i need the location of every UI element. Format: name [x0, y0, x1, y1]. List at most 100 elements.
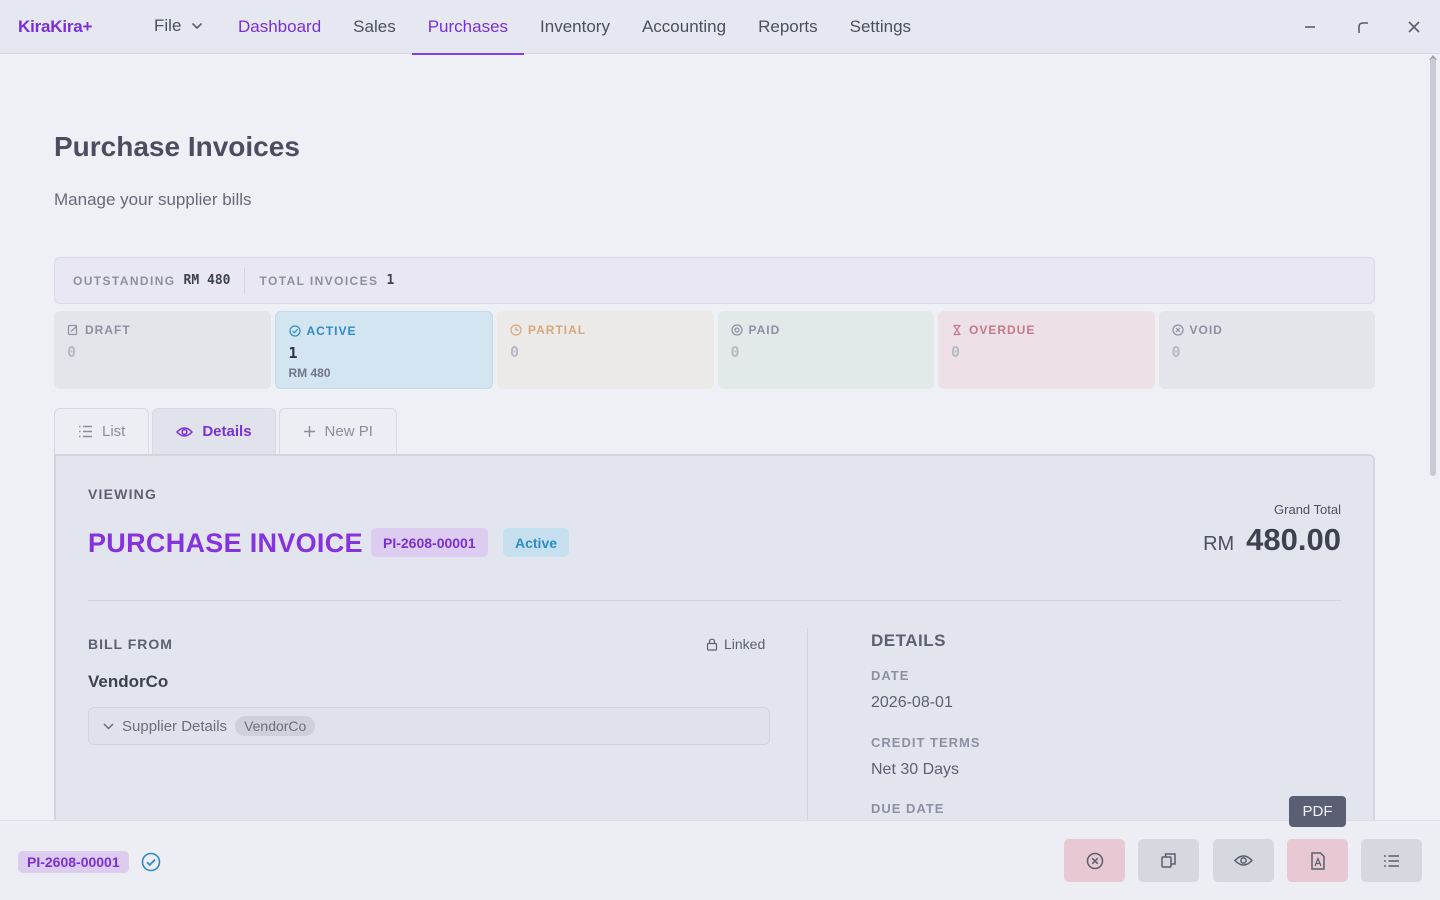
minimize-button[interactable]	[1300, 17, 1320, 37]
status-card-overdue[interactable]: OVERDUE 0	[938, 311, 1155, 389]
linked-indicator: Linked	[706, 636, 765, 652]
page-subtitle: Manage your supplier bills	[54, 190, 252, 209]
close-icon	[1408, 21, 1420, 33]
nav-dashboard[interactable]: Dashboard	[222, 0, 337, 54]
eye-icon	[1234, 855, 1253, 866]
nav-inventory[interactable]: Inventory	[524, 0, 626, 54]
pdf-button[interactable]	[1287, 839, 1348, 882]
status-card-label: ACTIVE	[306, 324, 357, 338]
supplier-details-toggle[interactable]: Supplier Details VendorCo	[88, 707, 770, 745]
current-doc-chip[interactable]: PI-2608-00001	[18, 851, 129, 873]
tab-new-pi-label: New PI	[324, 423, 373, 440]
grand-total: RM 480.00	[1203, 522, 1341, 558]
credit-terms-label: CREDIT TERMS	[871, 735, 981, 750]
restore-icon	[1358, 22, 1368, 33]
tab-list-label: List	[102, 423, 126, 440]
nav-settings[interactable]: Settings	[834, 0, 927, 54]
list-icon	[79, 425, 92, 438]
file-menu[interactable]: File	[154, 16, 203, 36]
duplicate-button[interactable]	[1138, 839, 1199, 882]
nav-purchases[interactable]: Purchases	[411, 0, 525, 55]
clock-half-icon	[510, 324, 522, 336]
tab-new-pi[interactable]: New PI	[278, 408, 397, 454]
vendor-name: VendorCo	[88, 672, 169, 691]
status-card-void[interactable]: VOID 0	[1158, 311, 1375, 389]
plus-icon	[303, 426, 315, 437]
copy-icon	[1161, 853, 1176, 868]
check-circle-icon	[288, 325, 301, 337]
status-card-label: OVERDUE	[969, 323, 1036, 337]
total-invoices-value: 1	[386, 273, 395, 288]
cancel-invoice-button[interactable]	[1064, 839, 1125, 882]
bill-from-label: BILL FROM	[88, 636, 173, 652]
outstanding-label: OUTSTANDING	[73, 273, 176, 288]
pdf-tooltip: PDF	[1289, 796, 1346, 827]
hourglass-icon	[953, 324, 961, 336]
chevron-down-icon	[192, 22, 203, 30]
eye-icon	[176, 426, 194, 437]
supplier-chip: VendorCo	[235, 716, 316, 736]
credit-terms-value: Net 30 Days	[871, 761, 960, 778]
linked-label: Linked	[724, 636, 766, 652]
verified-check-icon	[141, 852, 161, 872]
status-card-label: PAID	[748, 323, 781, 337]
preview-button[interactable]	[1213, 839, 1274, 882]
page-title: Purchase Invoices	[54, 131, 300, 162]
status-card-count: 0	[730, 343, 740, 361]
nav-sales[interactable]: Sales	[337, 0, 412, 54]
grand-total-amount: 480.00	[1246, 522, 1341, 557]
tab-details[interactable]: Details	[152, 408, 276, 454]
status-card-paid[interactable]: PAID 0	[717, 311, 934, 389]
status-badge: Active	[503, 528, 570, 557]
doc-title: PURCHASE INVOICE	[88, 528, 363, 558]
file-menu-label: File	[154, 16, 182, 35]
x-circle-icon	[1171, 324, 1184, 336]
status-cards: DRAFT 0 ACTIVE 1 RM 480 PARTIAL 0 PAID 0…	[54, 311, 1375, 389]
invoice-detail-panel: VIEWING PURCHASE INVOICE PI-2608-00001 A…	[54, 454, 1375, 878]
lock-icon	[706, 638, 718, 651]
top-bar: KiraKira+ File Dashboard Sales Purchases…	[0, 0, 1440, 55]
grand-total-currency: RM	[1203, 533, 1235, 555]
status-card-draft[interactable]: DRAFT 0	[54, 311, 271, 389]
close-button[interactable]	[1404, 17, 1424, 37]
edit-doc-icon	[67, 324, 78, 336]
app-logo: KiraKira+	[18, 17, 93, 36]
status-card-count: 0	[951, 343, 961, 361]
status-card-amount: RM 480	[288, 366, 331, 380]
viewing-label: VIEWING	[88, 486, 158, 502]
status-card-label: PARTIAL	[528, 323, 587, 337]
nav-accounting[interactable]: Accounting	[626, 0, 742, 54]
summary-divider	[244, 267, 246, 294]
status-card-active[interactable]: ACTIVE 1 RM 480	[274, 311, 493, 389]
scrollbar-thumb[interactable]	[1430, 58, 1436, 476]
main-nav: Dashboard Sales Purchases Inventory Acco…	[222, 0, 927, 55]
status-card-count: 1	[288, 344, 298, 362]
status-card-label: DRAFT	[85, 323, 131, 337]
tab-list[interactable]: List	[54, 408, 150, 454]
grand-total-label: Grand Total	[1274, 502, 1341, 517]
due-date-label: DUE DATE	[871, 801, 945, 816]
nav-reports[interactable]: Reports	[742, 0, 834, 54]
summary-strip: OUTSTANDING RM 480 TOTAL INVOICES 1	[54, 257, 1375, 304]
list-icon	[1384, 854, 1399, 867]
restore-button[interactable]	[1353, 17, 1373, 37]
status-card-count: 0	[1171, 343, 1181, 361]
date-label: DATE	[871, 668, 910, 683]
minimize-icon	[1305, 26, 1315, 28]
x-circle-icon	[1086, 852, 1103, 869]
tab-details-label: Details	[202, 423, 252, 440]
supplier-details-label: Supplier Details	[122, 717, 228, 735]
back-to-list-button[interactable]	[1361, 839, 1422, 882]
status-card-count: 0	[510, 343, 520, 361]
status-card-partial[interactable]: PARTIAL 0	[497, 311, 714, 389]
pdf-file-icon	[1310, 851, 1325, 870]
doc-number-badge: PI-2608-00001	[371, 528, 488, 557]
chevron-down-icon	[103, 722, 114, 730]
total-invoices-label: TOTAL INVOICES	[259, 273, 379, 288]
date-value: 2026-08-01	[871, 694, 953, 711]
details-heading: DETAILS	[871, 631, 946, 650]
status-card-count: 0	[67, 343, 77, 361]
coin-icon	[730, 324, 743, 336]
outstanding-value: RM 480	[183, 273, 231, 288]
status-card-label: VOID	[1189, 323, 1223, 337]
